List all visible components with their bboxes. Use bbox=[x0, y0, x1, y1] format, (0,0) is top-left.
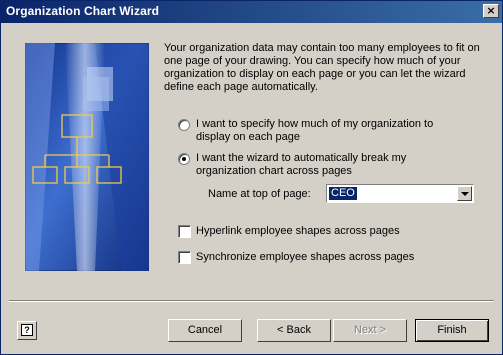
synchronize-label: Synchronize employee shapes across pages bbox=[196, 251, 415, 263]
help-icon: ? bbox=[21, 324, 33, 336]
checkbox-hyperlink-row[interactable]: Hyperlink employee shapes across pages bbox=[178, 225, 478, 239]
checkbox-synchronize-row[interactable]: Synchronize employee shapes across pages bbox=[178, 251, 478, 265]
wizard-illustration bbox=[25, 43, 149, 271]
radio-button[interactable] bbox=[178, 119, 190, 131]
synchronize-checkbox[interactable] bbox=[178, 251, 191, 264]
radio-specify-per-page[interactable]: I want to specify how much of my organiz… bbox=[178, 118, 468, 146]
next-button[interactable]: Next > bbox=[333, 319, 407, 342]
cancel-button[interactable]: Cancel bbox=[168, 319, 242, 342]
name-at-top-label: Name at top of page: bbox=[208, 188, 311, 200]
name-at-top-select[interactable]: CEO bbox=[326, 184, 474, 203]
radio-label: I want to specify how much of my organiz… bbox=[196, 118, 434, 143]
window-title: Organization Chart Wizard bbox=[6, 4, 160, 18]
separator bbox=[9, 300, 494, 302]
back-button[interactable]: < Back bbox=[257, 319, 331, 342]
close-button[interactable]: × bbox=[483, 4, 499, 18]
dropdown-arrow-icon[interactable] bbox=[457, 186, 472, 201]
intro-text: Your organization data may contain too m… bbox=[164, 42, 480, 93]
finish-button[interactable]: Finish bbox=[415, 319, 489, 342]
title-bar[interactable]: Organization Chart Wizard × bbox=[1, 1, 502, 23]
radio-button-selected[interactable] bbox=[178, 153, 190, 165]
radio-label: I want the wizard to automatically break… bbox=[196, 152, 407, 177]
wizard-window: Organization Chart Wizard × Your organiz… bbox=[0, 0, 503, 355]
hyperlink-checkbox[interactable] bbox=[178, 225, 191, 238]
help-button[interactable]: ? bbox=[17, 321, 37, 340]
radio-dot bbox=[182, 157, 186, 161]
hyperlink-label: Hyperlink employee shapes across pages bbox=[196, 225, 400, 237]
name-at-top-value: CEO bbox=[329, 187, 357, 200]
radio-auto-break[interactable]: I want the wizard to automatically break… bbox=[178, 152, 468, 180]
